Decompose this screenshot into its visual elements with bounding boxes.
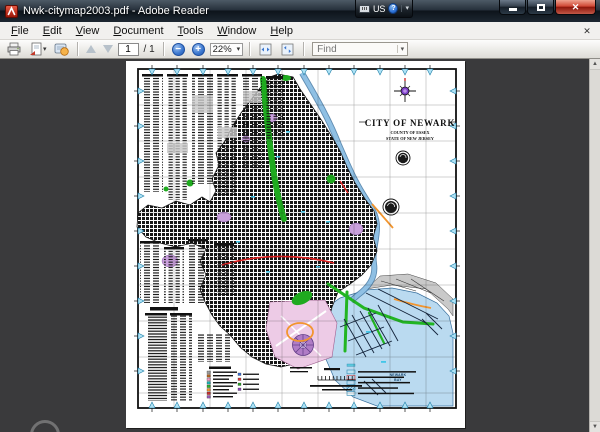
export-button[interactable]: ▾: [27, 41, 49, 58]
map-county: COUNTY OF ESSEX: [390, 130, 429, 135]
bay-label-line2: BAY: [394, 378, 402, 382]
export-caret-icon: ▾: [43, 46, 47, 53]
scrollbar-thumb[interactable]: [590, 70, 600, 421]
language-label: US: [372, 3, 386, 14]
cropped-circle-widget: [30, 420, 60, 432]
map-state: STATE OF NEW JERSEY: [386, 136, 434, 141]
find-caret-icon[interactable]: ▾: [396, 45, 408, 53]
newark-city-map: CITY OF NEWARK COUNTY OF ESSEX STATE OF …: [134, 65, 460, 412]
collaborate-button[interactable]: [52, 41, 71, 58]
fit-width-button[interactable]: [256, 41, 275, 58]
collaborate-icon: [54, 43, 69, 56]
print-button[interactable]: [4, 41, 24, 58]
adobe-reader-icon: [5, 4, 18, 18]
close-button[interactable]: ✕: [555, 0, 596, 15]
minimize-icon: [508, 8, 517, 11]
language-options-caret-icon[interactable]: ▾: [401, 5, 409, 12]
up-arrow-icon: [85, 45, 96, 53]
bay-label-line1: NEWARK: [390, 373, 407, 377]
close-icon: ✕: [571, 1, 580, 12]
document-close-icon[interactable]: ✕: [580, 24, 594, 38]
toolbar: ▾ / 1 − + 22% ▾: [0, 40, 600, 59]
menu-edit[interactable]: Edit: [36, 23, 69, 39]
zoom-out-button[interactable]: −: [170, 41, 187, 58]
menu-file[interactable]: File: [4, 23, 36, 39]
zoom-out-icon: −: [171, 42, 185, 56]
help-icon[interactable]: ?: [388, 3, 399, 14]
language-bar[interactable]: US ? ▾: [355, 0, 413, 18]
window-title: Nwk-citymap2003.pdf - Adobe Reader: [23, 5, 209, 17]
fit-width-icon: [259, 43, 272, 55]
down-arrow-icon: [102, 45, 113, 53]
menu-help[interactable]: Help: [263, 23, 300, 39]
city-seal-icon: [395, 150, 411, 166]
find-input[interactable]: [313, 43, 397, 55]
maximize-button[interactable]: [527, 0, 554, 15]
document-area: CITY OF NEWARK COUNTY OF ESSEX STATE OF …: [0, 59, 600, 432]
previous-page-button[interactable]: [84, 41, 98, 58]
menu-view[interactable]: View: [69, 23, 107, 39]
keyboard-icon: [359, 4, 370, 13]
title-bar: Nwk-citymap2003.pdf - Adobe Reader ✕: [0, 0, 600, 22]
zoom-in-icon: +: [191, 42, 205, 56]
menu-window[interactable]: Window: [210, 23, 263, 39]
zoom-caret-icon: ▾: [236, 46, 241, 53]
fit-page-button[interactable]: [278, 41, 297, 58]
find-box[interactable]: ▾: [312, 42, 409, 56]
menu-document[interactable]: Document: [106, 23, 170, 39]
page-number-input[interactable]: [117, 42, 139, 56]
fit-page-icon: [281, 43, 294, 55]
minimize-button[interactable]: [499, 0, 526, 15]
scroll-down-icon[interactable]: ▼: [590, 421, 600, 432]
page-count-label: / 1: [143, 43, 155, 55]
maximize-icon: [536, 3, 545, 11]
zoom-in-button[interactable]: +: [190, 41, 207, 58]
state-seal-icon: [382, 198, 400, 216]
vertical-scrollbar[interactable]: ▲ ▼: [589, 59, 600, 432]
zoom-level-dropdown[interactable]: 22% ▾: [209, 42, 244, 56]
map-title: CITY OF NEWARK: [365, 118, 456, 128]
menu-tools[interactable]: Tools: [171, 23, 211, 39]
next-page-button[interactable]: [101, 41, 115, 58]
scroll-up-icon[interactable]: ▲: [590, 59, 600, 70]
adobe-reader-window: Nwk-citymap2003.pdf - Adobe Reader ✕ US …: [0, 0, 600, 432]
pdf-page[interactable]: CITY OF NEWARK COUNTY OF ESSEX STATE OF …: [126, 61, 465, 428]
zoom-level-value: 22%: [212, 43, 232, 55]
menu-bar: File Edit View Document Tools Window Hel…: [0, 22, 600, 40]
document-export-icon: [30, 42, 42, 56]
printer-icon: [7, 42, 21, 56]
